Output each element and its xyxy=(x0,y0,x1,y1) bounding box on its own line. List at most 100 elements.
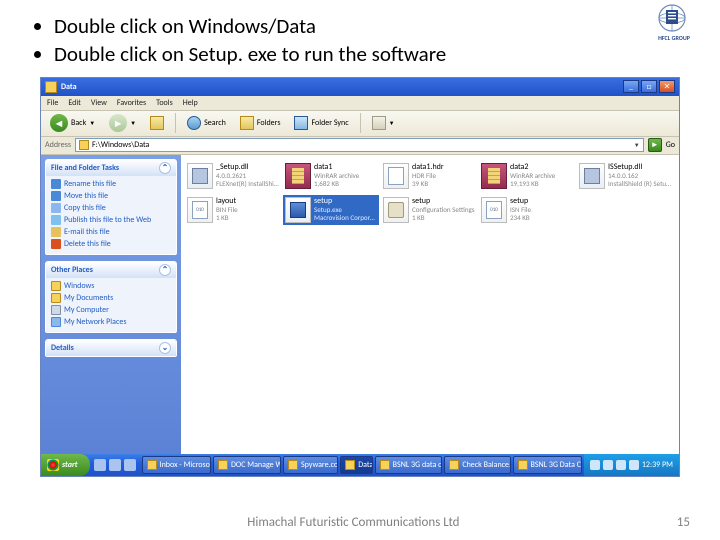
place-item[interactable]: My Documents xyxy=(51,293,171,303)
file-item[interactable]: setupConfiguration Settings1 KB xyxy=(381,195,477,225)
task-label: Rename this file xyxy=(64,179,116,189)
file-item[interactable]: setupSetup.exeMacrovision Corporation xyxy=(283,195,379,225)
taskbar-button[interactable]: Inbox - Microsoft... xyxy=(142,456,211,474)
toolbar-separator xyxy=(175,113,176,133)
chevron-down-icon: ⌄ xyxy=(159,342,171,354)
file-desc: BIN File xyxy=(216,206,279,214)
task-label: Spyware.com xyxy=(301,460,338,470)
chevron-up-icon: ⌃ xyxy=(159,162,171,174)
place-label: My Computer xyxy=(64,305,109,315)
windows-logo-icon xyxy=(47,459,59,471)
sync-button[interactable]: Folder Sync xyxy=(289,114,353,132)
panel-header[interactable]: File and Folder Tasks ⌃ xyxy=(46,160,176,176)
file-desc: 4.0.0.2621 xyxy=(216,172,279,180)
file-list: _Setup.dll4.0.0.2621FLEXnet(R) InstallSh… xyxy=(181,155,679,454)
folders-button[interactable]: Folders xyxy=(235,114,286,132)
taskbar-button[interactable]: Data xyxy=(340,456,372,474)
file-item[interactable]: setupISN File234 KB xyxy=(479,195,575,225)
up-button[interactable] xyxy=(145,114,169,132)
dll-file-icon xyxy=(579,163,605,189)
rar-file-icon xyxy=(285,163,311,189)
task-label: Move this file xyxy=(64,191,108,201)
start-button[interactable]: start xyxy=(41,454,90,476)
file-name: data1.hdr xyxy=(412,163,475,172)
file-item[interactable]: ISSetup.dll14.0.0.162InstallShield (R) S… xyxy=(577,161,673,191)
search-icon xyxy=(187,116,201,130)
task-publish[interactable]: Publish this file to the Web xyxy=(51,215,171,225)
file-item[interactable]: _Setup.dll4.0.0.2621FLEXnet(R) InstallSh… xyxy=(185,161,281,191)
clock[interactable]: 12:39 PM xyxy=(642,460,673,470)
sync-icon xyxy=(294,116,308,130)
app-icon xyxy=(449,460,459,470)
task-label: Copy this file xyxy=(64,203,106,213)
quick-launch-icon[interactable] xyxy=(124,459,136,471)
task-label: DOC Manage Wi... xyxy=(231,460,281,470)
app-icon xyxy=(345,460,355,470)
search-label: Search xyxy=(204,118,226,128)
chevron-down-icon: ▼ xyxy=(389,119,395,127)
chevron-down-icon[interactable]: ▼ xyxy=(634,141,640,149)
file-name: ISSetup.dll xyxy=(608,163,671,172)
task-label: BSNL 3G Data Card xyxy=(531,460,582,470)
close-button[interactable]: ✕ xyxy=(659,80,675,93)
menu-tools[interactable]: Tools xyxy=(156,98,173,108)
forward-button[interactable]: ► ▼ xyxy=(104,112,141,134)
panel-header[interactable]: Other Places ⌃ xyxy=(46,262,176,278)
task-delete[interactable]: Delete this file xyxy=(51,239,171,249)
file-desc: InstallShield (R) Setup Engine xyxy=(608,180,671,188)
taskbar-button[interactable]: Check Balance.t... xyxy=(444,456,510,474)
file-desc: Configuration Settings xyxy=(412,206,475,214)
taskbar-button[interactable]: DOC Manage Wi... xyxy=(213,456,281,474)
file-item[interactable]: layoutBIN File1 KB xyxy=(185,195,281,225)
task-copy[interactable]: Copy this file xyxy=(51,203,171,213)
tray-icon[interactable] xyxy=(616,460,626,470)
taskbar-button[interactable]: Spyware.com xyxy=(283,456,338,474)
go-button[interactable]: ► xyxy=(648,138,662,152)
quick-launch-icon[interactable] xyxy=(94,459,106,471)
tray-icon[interactable] xyxy=(629,460,639,470)
task-move[interactable]: Move this file xyxy=(51,191,171,201)
quick-launch-icon[interactable] xyxy=(109,459,121,471)
file-desc: 1 KB xyxy=(412,214,475,222)
minimize-button[interactable]: _ xyxy=(623,80,639,93)
panel-file-tasks: File and Folder Tasks ⌃ Rename this file… xyxy=(45,159,177,255)
file-desc: WinRAR archive xyxy=(314,172,377,180)
place-item[interactable]: My Computer xyxy=(51,305,171,315)
copy-icon xyxy=(51,203,61,213)
views-button[interactable]: ▼ xyxy=(367,114,400,132)
file-item[interactable]: data2WinRAR archive19,193 KB xyxy=(479,161,575,191)
file-item[interactable]: data1.hdrHDR File39 KB xyxy=(381,161,477,191)
company-logo: HFCL GROUP xyxy=(650,4,698,42)
file-item[interactable]: data1WinRAR archive1,682 KB xyxy=(283,161,379,191)
task-rename[interactable]: Rename this file xyxy=(51,179,171,189)
file-desc: Macrovision Corporation xyxy=(314,214,377,222)
panel-header[interactable]: Details ⌄ xyxy=(46,340,176,356)
file-desc: FLEXnet(R) InstallShield(R) S... xyxy=(216,180,279,188)
back-button[interactable]: ◄ Back ▼ xyxy=(45,112,100,134)
menu-edit[interactable]: Edit xyxy=(68,98,81,108)
tray-icon[interactable] xyxy=(590,460,600,470)
address-field[interactable]: F:\Windows\Data ▼ xyxy=(75,138,644,152)
panel-other-places: Other Places ⌃ Windows My Documents My Com… xyxy=(45,261,177,333)
search-button[interactable]: Search xyxy=(182,114,231,132)
toolbar: ◄ Back ▼ ► ▼ Search Folders Folder Sync xyxy=(41,111,679,137)
task-label: E-mail this file xyxy=(64,227,110,237)
menu-favorites[interactable]: Favorites xyxy=(117,98,146,108)
file-name: setup xyxy=(412,197,475,206)
task-email[interactable]: E-mail this file xyxy=(51,227,171,237)
taskbar-button[interactable]: BSNL 3G Data Card xyxy=(513,456,582,474)
toolbar-separator xyxy=(360,113,361,133)
dll-file-icon xyxy=(187,163,213,189)
taskbar-button[interactable]: BSNL 3G data co... xyxy=(375,456,443,474)
menu-file[interactable]: File xyxy=(47,98,58,108)
tray-icon[interactable] xyxy=(603,460,613,470)
rename-icon xyxy=(51,179,61,189)
menu-view[interactable]: View xyxy=(91,98,107,108)
place-item[interactable]: Windows xyxy=(51,281,171,291)
place-item[interactable]: My Network Places xyxy=(51,317,171,327)
maximize-button[interactable]: □ xyxy=(641,80,657,93)
app-icon xyxy=(380,460,390,470)
panel-title: Details xyxy=(51,343,74,353)
ini-file-icon xyxy=(383,197,409,223)
menu-help[interactable]: Help xyxy=(183,98,198,108)
